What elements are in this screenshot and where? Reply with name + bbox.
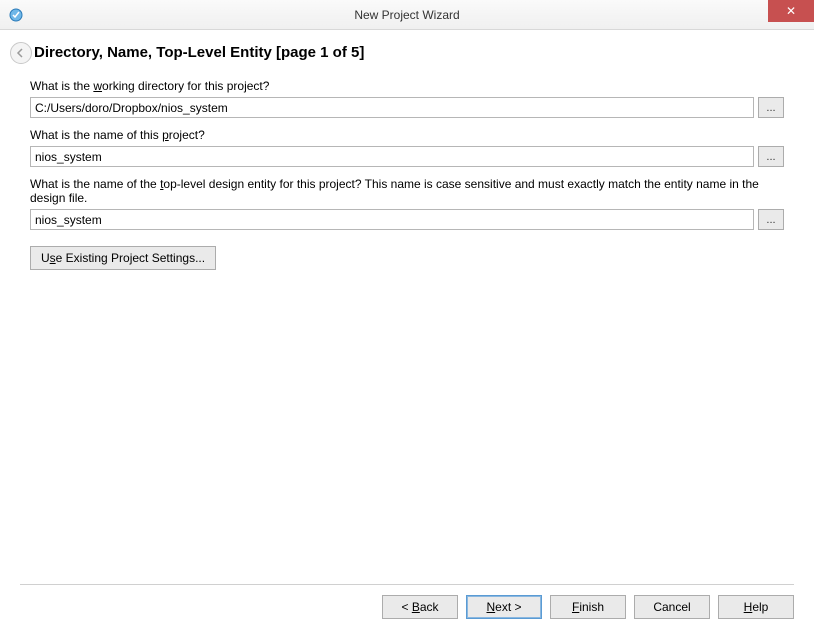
titlebar: New Project Wizard ✕ <box>0 0 814 30</box>
close-button[interactable]: ✕ <box>768 0 814 22</box>
next-button[interactable]: Next > <box>466 595 542 619</box>
working-dir-browse-button[interactable]: ... <box>758 97 784 118</box>
working-dir-label: What is the working directory for this p… <box>30 79 784 93</box>
back-button[interactable]: < Back <box>382 595 458 619</box>
page-title: Directory, Name, Top-Level Entity [page … <box>34 44 794 61</box>
use-existing-settings-button[interactable]: Use Existing Project Settings... <box>30 246 216 270</box>
help-button[interactable]: Help <box>718 595 794 619</box>
content-area: What is the working directory for this p… <box>0 71 814 270</box>
finish-button[interactable]: Finish <box>550 595 626 619</box>
project-name-input[interactable] <box>30 146 754 167</box>
footer: < Back Next > Finish Cancel Help <box>0 574 814 633</box>
project-name-group: What is the name of this project? ... <box>30 128 784 167</box>
working-dir-input[interactable] <box>30 97 754 118</box>
top-entity-group: What is the name of the top-level design… <box>30 177 784 230</box>
top-entity-label: What is the name of the top-level design… <box>30 177 784 205</box>
footer-separator <box>20 584 794 585</box>
working-dir-group: What is the working directory for this p… <box>30 79 784 118</box>
header-area: Directory, Name, Top-Level Entity [page … <box>0 30 814 71</box>
project-name-browse-button[interactable]: ... <box>758 146 784 167</box>
app-icon <box>8 7 24 23</box>
wizard-button-row: < Back Next > Finish Cancel Help <box>20 595 794 619</box>
arrow-left-icon <box>15 47 27 59</box>
close-icon: ✕ <box>786 4 796 18</box>
project-name-label: What is the name of this project? <box>30 128 784 142</box>
cancel-button[interactable]: Cancel <box>634 595 710 619</box>
top-entity-input[interactable] <box>30 209 754 230</box>
window-title: New Project Wizard <box>0 8 814 22</box>
back-nav-button <box>10 42 32 64</box>
top-entity-browse-button[interactable]: ... <box>758 209 784 230</box>
